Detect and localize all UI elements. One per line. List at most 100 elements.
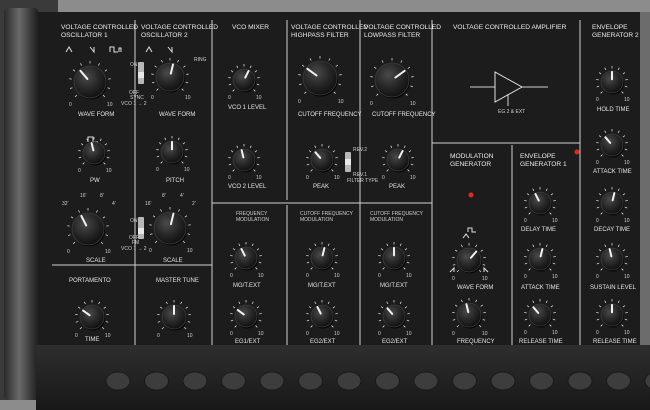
lpf-peak-knob-body[interactable]	[386, 148, 410, 172]
decay-time-knob-body[interactable]	[600, 191, 624, 215]
hpf-header-1: VOLTAGE CONTROLLED	[291, 24, 368, 31]
vco2-waveform-knob-min: 0	[151, 95, 154, 101]
eg1-release-knob-max: 10	[552, 330, 558, 336]
hold-time-label: HOLD TIME	[597, 107, 630, 113]
sustain-level-label: SUSTAIN LEVEL	[590, 285, 637, 291]
hpm-mgt-knob-body[interactable]	[310, 246, 334, 270]
fm-eg1-knob-body[interactable]	[234, 304, 258, 328]
hpm-eg2-knob-body[interactable]	[310, 304, 334, 328]
fm-mgt-knob-body[interactable]	[234, 246, 258, 270]
master-tune-label: MASTER TUNE	[156, 278, 199, 284]
fm-eg1-label: EG1/EXT	[235, 339, 261, 345]
vco1-scale-knob-body[interactable]	[71, 212, 105, 246]
modgen-led	[468, 192, 474, 198]
front-panel	[36, 12, 648, 350]
delay-time-knob-body[interactable]	[528, 191, 552, 215]
fm-mgt-knob-min: 0	[230, 273, 233, 279]
pw-knob-body[interactable]	[82, 141, 106, 165]
eg1-header-1: ENVELOPE	[520, 153, 556, 160]
hold-time-knob-max: 10	[624, 97, 630, 103]
fm-on-label: ON	[130, 218, 138, 224]
eg2-attack-knob-max: 10	[624, 160, 630, 166]
eg1-attack-knob-body[interactable]	[528, 247, 552, 271]
vco2-header-1: VOLTAGE CONTROLLED	[141, 24, 218, 31]
vco2-scale-knob-max: 10	[187, 248, 193, 254]
vco2-level-knob-min: 0	[228, 175, 231, 181]
vco2-scale-label: SCALE	[163, 258, 183, 264]
sustain-level-knob-body[interactable]	[600, 247, 624, 271]
vco1-scale-knob-min: 0	[67, 249, 70, 255]
eg1-release-knob-body[interactable]	[528, 303, 552, 327]
sync-switch-handle[interactable]	[138, 72, 144, 78]
delay-time-knob-max: 10	[552, 218, 558, 224]
eg2-attack-knob-body[interactable]	[600, 133, 624, 157]
keybed-pad[interactable]	[336, 371, 362, 391]
keybed-pad[interactable]	[105, 371, 131, 391]
eg1-release-label: RELEASE TIME	[519, 339, 563, 345]
eg2-attack-knob-min: 0	[596, 160, 599, 166]
lpf-cutoff-knob-max: 10	[410, 101, 416, 107]
sustain-level-knob-max: 10	[624, 274, 630, 280]
sync-on-label: ON	[130, 62, 138, 68]
vco1-header-2: OSCILLATOR 1	[61, 32, 108, 39]
keybed-pad[interactable]	[567, 371, 593, 391]
pitch-knob-min: 0	[156, 167, 159, 173]
keybed-pad[interactable]	[298, 371, 323, 391]
hpf-cutoff-knob-min: 0	[298, 99, 301, 105]
hpf-cutoff-label: CUTOFF FREQUENCY	[298, 112, 362, 118]
lpf-peak-knob-min: 0	[382, 175, 385, 181]
keybed-pad[interactable]	[144, 371, 169, 391]
modgen-header-2: GENERATOR	[450, 161, 491, 168]
decay-time-knob-max: 10	[624, 218, 630, 224]
lpm-eg2-knob-body[interactable]	[382, 304, 406, 328]
vco1-waveform-knob-min: 0	[69, 102, 72, 108]
keybed-pad[interactable]	[529, 371, 554, 391]
pw-knob-min: 0	[78, 168, 81, 174]
fm-switch-handle[interactable]	[138, 228, 144, 234]
keybed-pad[interactable]	[259, 371, 285, 391]
keybed-pad[interactable]	[490, 371, 516, 391]
vco1-level-knob-max: 10	[256, 95, 262, 101]
mod-frequency-knob-min: 0	[452, 331, 455, 337]
vco2-level-knob-body[interactable]	[232, 148, 256, 172]
keybed-pad[interactable]	[375, 371, 400, 391]
hpm-mgt-knob-min: 0	[306, 273, 309, 279]
vco2-scale-knob-body[interactable]	[153, 211, 187, 245]
eg2-header-1: ENVELOPE	[592, 24, 628, 31]
mod-waveform-knob-body[interactable]	[456, 247, 482, 273]
keybed-pad[interactable]	[221, 371, 246, 391]
keybed-pad[interactable]	[606, 371, 631, 391]
hpf-header-2: HIGHPASS FILTER	[291, 32, 349, 39]
vco1-scale-16: 16'	[80, 193, 87, 199]
keybed-pad[interactable]	[182, 371, 208, 391]
delay-time-label: DELAY TIME	[521, 227, 556, 233]
portamento-knob-body[interactable]	[79, 304, 105, 330]
vco2-waveform-knob-body[interactable]	[155, 62, 185, 92]
rev2-label: REV.2	[353, 147, 367, 153]
vco1-level-knob-body[interactable]	[232, 68, 256, 92]
vco1-scale-knob-max: 10	[105, 249, 111, 255]
vco1-waveform-knob-body[interactable]	[73, 65, 107, 99]
keybed-pad[interactable]	[452, 371, 477, 391]
eg1-attack-knob-min: 0	[524, 274, 527, 280]
lpf-cutoff-knob-body[interactable]	[374, 62, 410, 98]
lpm-mgt-label: MG/T.EXT	[380, 283, 408, 289]
hpf-peak-knob-body[interactable]	[310, 148, 334, 172]
vco1-level-knob-min: 0	[228, 95, 231, 101]
vco-mixer-header: VCO MIXER	[232, 24, 269, 31]
filter-type-handle[interactable]	[345, 159, 351, 165]
sustain-level-knob-min: 0	[596, 274, 599, 280]
vco2-level-knob-max: 10	[256, 175, 262, 181]
master-tune-knob-min: 0	[157, 333, 160, 339]
keybed-pad[interactable]	[413, 371, 439, 391]
portamento-knob-min: 0	[75, 333, 78, 339]
vco2-level-label: VCO 2 LEVEL	[228, 184, 267, 190]
pw-knob-max: 10	[106, 168, 112, 174]
fm-route-label: VCO 1 → 2	[121, 246, 147, 252]
lpf-peak-knob-max: 10	[410, 175, 416, 181]
vco1-level-label: VCO 1 LEVEL	[228, 105, 267, 111]
hpf-cutoff-knob-body[interactable]	[302, 60, 338, 96]
lpm-mgt-knob-min: 0	[378, 273, 381, 279]
vco2-waveform-label: WAVE FORM	[159, 112, 195, 118]
mod-frequency-knob-body[interactable]	[456, 302, 482, 328]
